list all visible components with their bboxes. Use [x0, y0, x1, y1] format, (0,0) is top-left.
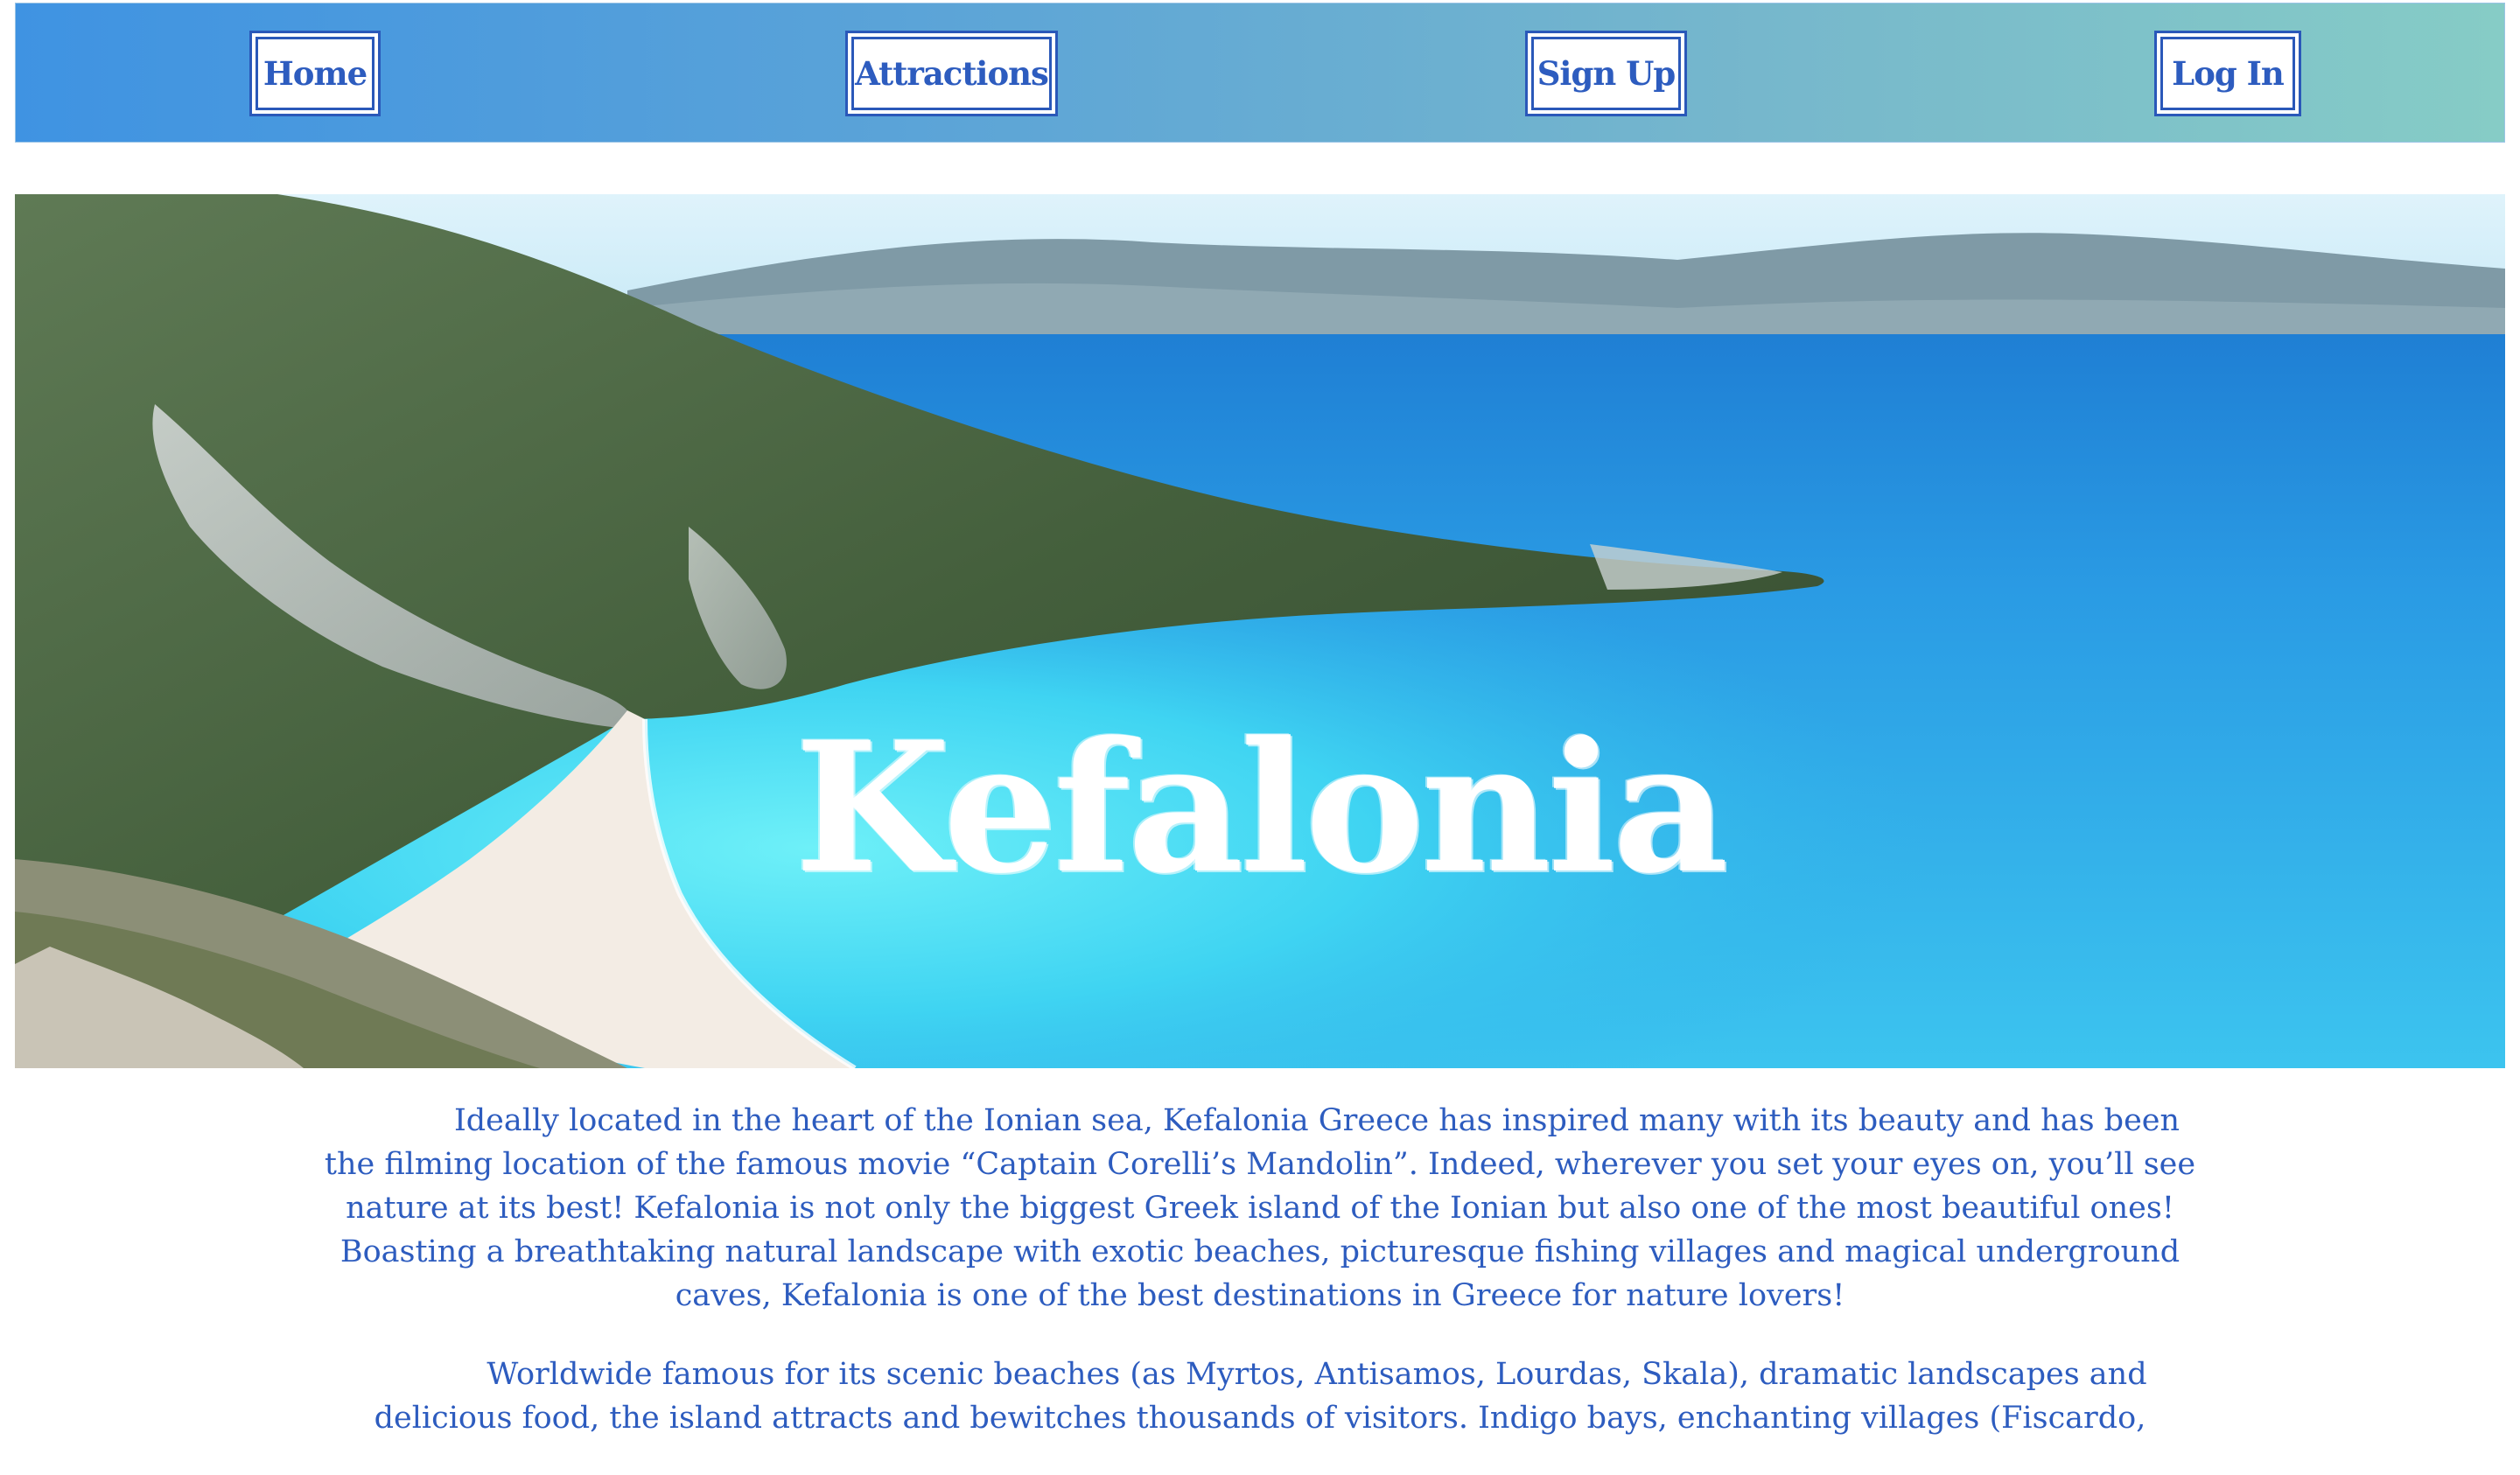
- intro-paragraph-2: Worldwide famous for its scenic beaches …: [374, 1357, 2147, 1436]
- hero-title: Kefalonia: [794, 703, 1728, 913]
- intro-paragraph-1: Ideally located in the heart of the Ioni…: [324, 1103, 2196, 1313]
- hero-landscape-image: [15, 194, 2505, 1068]
- intro-text: Ideally located in the heart of the Ioni…: [324, 1099, 2196, 1475]
- log-in-button[interactable]: Log In: [2154, 31, 2301, 116]
- hero-banner: Kefalonia: [15, 194, 2505, 1068]
- home-button[interactable]: Home: [249, 31, 381, 116]
- sign-up-button[interactable]: Sign Up: [1525, 31, 1687, 116]
- navigation-bar: Home Attractions Sign Up Log In: [15, 3, 2505, 143]
- attractions-button[interactable]: Attractions: [845, 31, 1058, 116]
